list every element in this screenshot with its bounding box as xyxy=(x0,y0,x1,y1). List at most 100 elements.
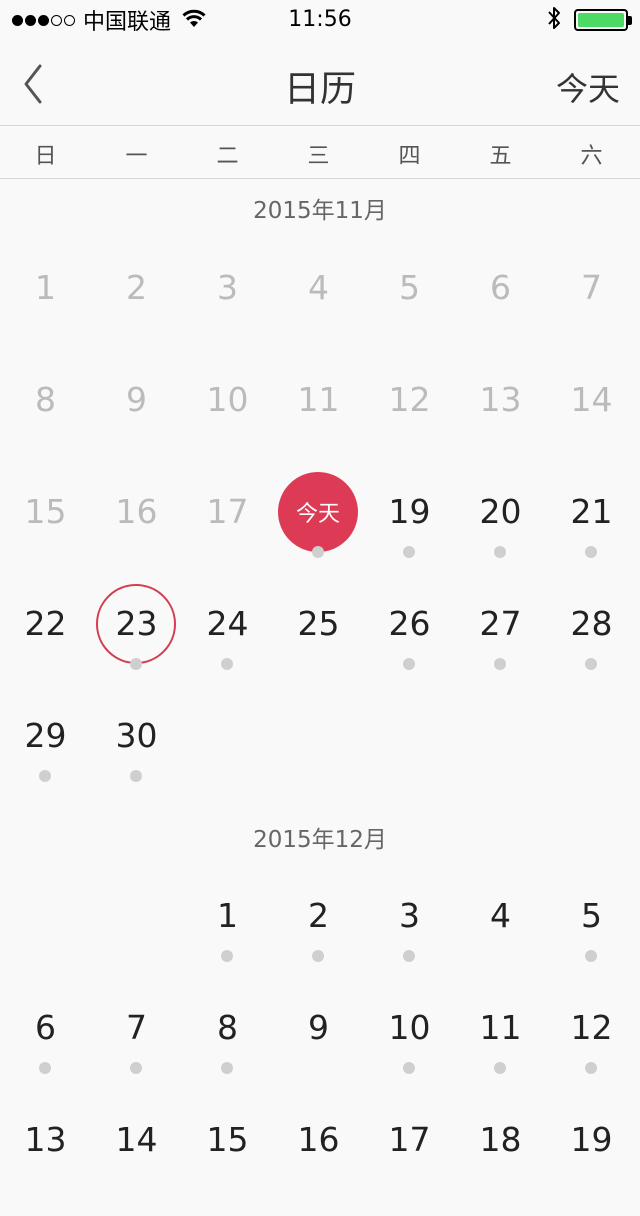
event-dot-icon xyxy=(39,770,51,782)
day-cell[interactable]: 19 xyxy=(546,1104,637,1216)
day-cell[interactable]: 4 xyxy=(273,252,364,364)
day-cell[interactable]: 16 xyxy=(91,476,182,588)
day-cell[interactable]: 13 xyxy=(455,364,546,476)
day-cell[interactable]: 17 xyxy=(364,1104,455,1216)
day-cell[interactable]: 10 xyxy=(364,992,455,1104)
day-number: 28 xyxy=(570,604,613,643)
event-dot-icon xyxy=(312,950,324,962)
event-dot-icon xyxy=(221,950,233,962)
day-number: 19 xyxy=(570,1120,613,1159)
day-cell[interactable]: 7 xyxy=(546,252,637,364)
day-cell[interactable]: 20 xyxy=(455,476,546,588)
day-cell[interactable]: 15 xyxy=(182,1104,273,1216)
day-cell[interactable]: 15 xyxy=(0,476,91,588)
day-cell[interactable]: 7 xyxy=(91,992,182,1104)
weekday-wed: 三 xyxy=(307,144,330,169)
day-cell[interactable]: 12 xyxy=(364,364,455,476)
day-cell[interactable]: 5 xyxy=(546,880,637,992)
event-dot-icon xyxy=(403,1062,415,1074)
weekday-mon: 一 xyxy=(125,144,148,169)
day-cell[interactable]: 9 xyxy=(273,992,364,1104)
day-number: 15 xyxy=(206,1120,249,1159)
day-cell[interactable]: 29 xyxy=(0,700,91,812)
event-dot-icon xyxy=(130,658,142,670)
day-number: 24 xyxy=(206,604,249,643)
day-cell[interactable]: 6 xyxy=(0,992,91,1104)
day-cell[interactable]: 13 xyxy=(0,1104,91,1216)
day-number: 13 xyxy=(479,380,522,419)
day-cell[interactable]: 26 xyxy=(364,588,455,700)
day-number: 29 xyxy=(24,716,67,755)
day-cell[interactable]: 9 xyxy=(91,364,182,476)
day-cell[interactable]: 18 xyxy=(455,1104,546,1216)
day-cell[interactable]: 8 xyxy=(0,364,91,476)
day-cell[interactable]: 27 xyxy=(455,588,546,700)
day-number: 5 xyxy=(581,896,602,935)
day-cell[interactable]: 今天 xyxy=(273,472,364,588)
weekday-sat: 六 xyxy=(580,144,603,169)
event-dot-icon xyxy=(585,546,597,558)
day-cell[interactable]: 21 xyxy=(546,476,637,588)
day-cell[interactable]: 3 xyxy=(182,252,273,364)
day-cell[interactable]: 11 xyxy=(455,992,546,1104)
day-number: 17 xyxy=(206,492,249,531)
day-number: 13 xyxy=(24,1120,67,1159)
day-number: 16 xyxy=(297,1120,340,1159)
weekday-thu: 四 xyxy=(398,144,421,169)
weekday-tue: 二 xyxy=(216,144,239,169)
day-cell[interactable]: 6 xyxy=(455,252,546,364)
month-title: 2015年12月 xyxy=(253,827,387,853)
day-number: 3 xyxy=(399,896,420,935)
day-cell[interactable]: 17 xyxy=(182,476,273,588)
day-number: 22 xyxy=(24,604,67,643)
day-number: 15 xyxy=(24,492,67,531)
day-number: 9 xyxy=(126,380,147,419)
day-cell[interactable]: 8 xyxy=(182,992,273,1104)
day-cell[interactable]: 25 xyxy=(273,588,364,700)
day-number: 12 xyxy=(570,1008,613,1047)
today-button[interactable]: 今天 xyxy=(556,64,620,110)
day-cell[interactable]: 1 xyxy=(0,252,91,364)
day-cell[interactable]: 10 xyxy=(182,364,273,476)
page-title: 日历 xyxy=(283,69,356,110)
day-number: 4 xyxy=(490,896,511,935)
day-cell[interactable]: 14 xyxy=(546,364,637,476)
month-title: 2015年11月 xyxy=(253,198,387,224)
day-cell[interactable]: 28 xyxy=(546,588,637,700)
day-cell[interactable]: 11 xyxy=(273,364,364,476)
day-number: 21 xyxy=(570,492,613,531)
day-cell[interactable]: 19 xyxy=(364,476,455,588)
day-cell[interactable]: 4 xyxy=(455,880,546,992)
day-number: 11 xyxy=(479,1008,522,1047)
day-cell[interactable]: 12 xyxy=(546,992,637,1104)
day-cell[interactable]: 14 xyxy=(91,1104,182,1216)
clock: 11:56 xyxy=(288,7,352,32)
battery-level xyxy=(578,13,624,27)
event-dot-icon xyxy=(221,1062,233,1074)
day-cell[interactable]: 3 xyxy=(364,880,455,992)
bluetooth-icon xyxy=(546,6,562,34)
day-cell[interactable]: 30 xyxy=(91,700,182,812)
day-number: 10 xyxy=(206,380,249,419)
day-cell[interactable]: 16 xyxy=(273,1104,364,1216)
day-cell[interactable]: 5 xyxy=(364,252,455,364)
day-number: 1 xyxy=(217,896,238,935)
day-number: 5 xyxy=(399,268,420,307)
event-dot-icon xyxy=(585,950,597,962)
day-cell[interactable]: 22 xyxy=(0,588,91,700)
day-cell[interactable]: 2 xyxy=(91,252,182,364)
day-number: 14 xyxy=(570,380,613,419)
event-dot-icon xyxy=(585,658,597,670)
day-number: 3 xyxy=(217,268,238,307)
event-dot-icon xyxy=(130,1062,142,1074)
day-number: 25 xyxy=(297,604,340,643)
day-cell[interactable]: 2 xyxy=(273,880,364,992)
day-number: 4 xyxy=(308,268,329,307)
day-cell[interactable]: 1 xyxy=(182,880,273,992)
day-cell[interactable]: 24 xyxy=(182,588,273,700)
battery-icon xyxy=(574,9,632,31)
day-cell[interactable]: 23 xyxy=(91,584,182,700)
weekday-fri: 五 xyxy=(489,144,512,169)
day-number: 12 xyxy=(388,380,431,419)
event-dot-icon xyxy=(585,1062,597,1074)
